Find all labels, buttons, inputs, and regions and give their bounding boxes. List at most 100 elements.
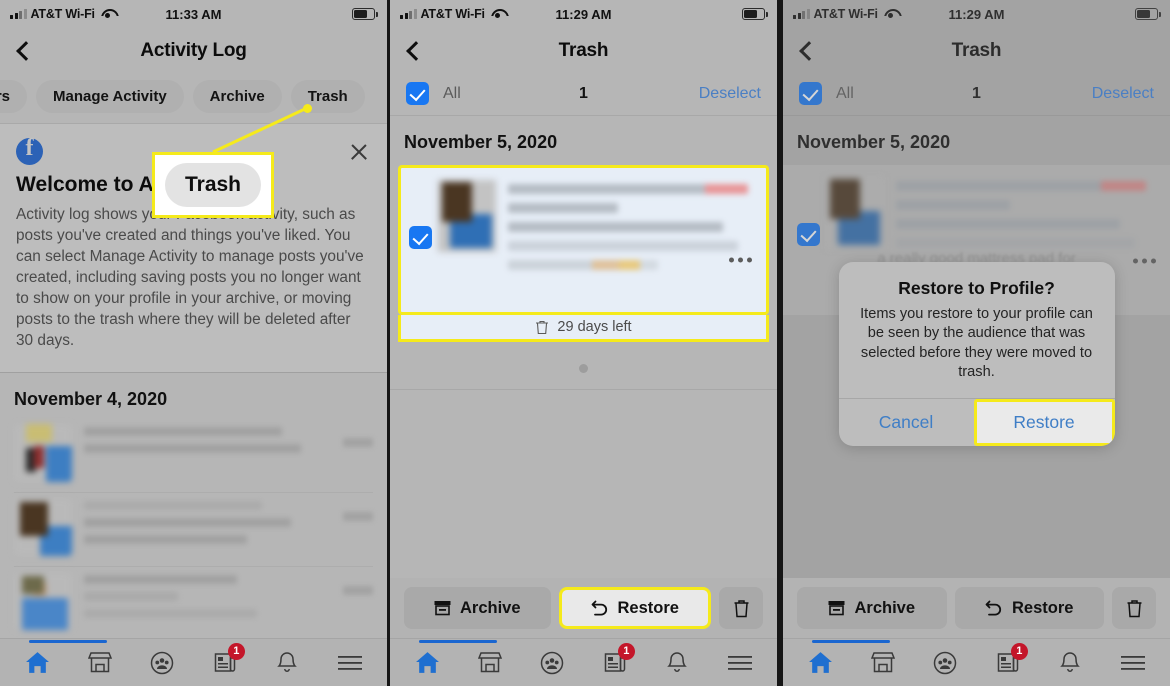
- nav-bar: Trash: [390, 28, 777, 74]
- news-badge: 1: [1010, 642, 1028, 660]
- days-left-row: 29 days left: [398, 315, 769, 342]
- nav-item-home[interactable]: [405, 639, 498, 680]
- trash-icon: [536, 320, 549, 334]
- restore-button-label: Restore: [1012, 598, 1074, 617]
- news-badge: 1: [227, 642, 245, 660]
- avatar: [14, 497, 72, 556]
- bell-icon: [1060, 651, 1081, 672]
- panel-restore-dialog: AT&T Wi-Fi 11:29 AM Trash All 1 Deselect…: [780, 0, 1170, 686]
- callout-label: Trash: [164, 163, 262, 207]
- list-item-text: [84, 424, 331, 482]
- restore-dialog: Restore to Profile? Items you restore to…: [838, 262, 1115, 446]
- status-bar-clock: 11:33 AM: [165, 6, 222, 22]
- nav-item-news[interactable]: 1: [986, 642, 1030, 680]
- home-icon: [808, 652, 832, 673]
- nav-item-home[interactable]: [15, 639, 108, 680]
- restore-button-label: Restore: [617, 598, 679, 617]
- dialog-body: Items you restore to your profile can be…: [860, 306, 1093, 380]
- nav-item-news[interactable]: 1: [203, 642, 247, 680]
- trash-callout: Trash: [152, 152, 274, 218]
- dialog-restore-button[interactable]: Restore: [973, 399, 1115, 446]
- nav-item-groups[interactable]: [530, 646, 574, 680]
- action-bar: Archive Restore: [783, 578, 1170, 638]
- select-all-label: All: [443, 84, 461, 102]
- action-bar: Archive Restore: [390, 578, 777, 638]
- nav-item-marketplace[interactable]: [78, 646, 122, 680]
- deselect-button[interactable]: Deselect: [699, 85, 761, 103]
- trash-item-checkbox[interactable]: [409, 226, 432, 249]
- nav-bar: Activity Log: [0, 28, 387, 74]
- date-header: November 5, 2020: [404, 132, 558, 152]
- battery-icon: [742, 8, 768, 20]
- status-bar-right: [352, 8, 378, 20]
- nav-item-menu[interactable]: [328, 646, 372, 680]
- list-item[interactable]: [0, 491, 387, 566]
- date-header: November 4, 2020: [14, 388, 168, 409]
- dialog-actions: Cancel Restore: [838, 398, 1115, 446]
- close-icon[interactable]: [347, 140, 371, 164]
- welcome-body: Activity log shows your Facebook activit…: [16, 206, 364, 349]
- divider: [390, 389, 777, 390]
- post-thumbnail: [438, 180, 496, 252]
- nav-item-menu[interactable]: [718, 646, 762, 680]
- battery-icon: [352, 8, 378, 20]
- trash-icon: [734, 599, 748, 617]
- status-bar-clock: 11:29 AM: [555, 6, 612, 22]
- chip-filters[interactable]: Filters: [0, 80, 28, 113]
- active-tab-indicator: [812, 639, 891, 643]
- news-badge: 1: [617, 642, 635, 660]
- delete-button[interactable]: [719, 587, 763, 629]
- bottom-nav: 1: [0, 638, 387, 686]
- chip-trash[interactable]: Trash: [290, 80, 365, 113]
- list-item[interactable]: [0, 565, 387, 640]
- nav-item-marketplace[interactable]: [468, 646, 512, 680]
- chip-archive[interactable]: Archive: [192, 80, 282, 113]
- nav-item-groups[interactable]: [140, 646, 184, 680]
- nav-item-marketplace[interactable]: [861, 646, 905, 680]
- nav-item-menu[interactable]: [1111, 646, 1155, 680]
- nav-item-notifications[interactable]: [265, 646, 309, 680]
- list-item-text: [84, 572, 331, 630]
- list-item-text: [84, 498, 331, 556]
- selection-bar: All 1 Deselect: [390, 74, 777, 115]
- status-bar-right: [742, 8, 768, 20]
- select-all-checkbox[interactable]: [406, 82, 429, 105]
- chip-manage-activity[interactable]: Manage Activity: [36, 80, 184, 113]
- trash-item-card[interactable]: [398, 165, 769, 315]
- facebook-logo-icon: [16, 135, 43, 165]
- menu-icon: [727, 655, 752, 670]
- status-bar: AT&T Wi-Fi 11:33 AM: [0, 0, 387, 28]
- panel-activity-log: AT&T Wi-Fi 11:33 AM Activity Log Filters…: [0, 0, 390, 686]
- nav-item-news[interactable]: 1: [593, 642, 637, 680]
- nav-item-home[interactable]: [798, 639, 891, 680]
- archive-button[interactable]: Archive: [797, 587, 947, 629]
- three-panel-screenshot: AT&T Wi-Fi 11:33 AM Activity Log Filters…: [0, 0, 1170, 686]
- dialog-title: Restore to Profile?: [898, 278, 1055, 298]
- nav-item-notifications[interactable]: [655, 646, 699, 680]
- page-title: Activity Log: [140, 40, 247, 61]
- home-icon: [415, 652, 439, 673]
- nav-item-groups[interactable]: [923, 646, 967, 680]
- list-item[interactable]: [0, 418, 387, 492]
- marketplace-icon: [870, 652, 895, 673]
- nav-item-notifications[interactable]: [1048, 646, 1092, 680]
- menu-icon: [1120, 655, 1145, 670]
- avatar: [14, 571, 72, 630]
- page-title: Trash: [558, 40, 609, 61]
- bottom-nav: 1: [783, 638, 1170, 686]
- marketplace-icon: [477, 652, 502, 673]
- more-options-icon[interactable]: [729, 257, 752, 263]
- groups-icon: [541, 651, 564, 674]
- menu-icon: [337, 655, 362, 670]
- filter-chips-row: Filters Manage Activity Archive Trash: [0, 74, 387, 123]
- archive-button-label: Archive: [854, 598, 916, 617]
- dialog-cancel-button[interactable]: Cancel: [839, 399, 974, 446]
- deselect-button[interactable]: Deselect: [1092, 85, 1154, 103]
- restore-button[interactable]: Restore: [954, 587, 1104, 629]
- list-item-timestamp: [343, 437, 373, 447]
- archive-button[interactable]: Archive: [404, 587, 551, 629]
- restore-button[interactable]: Restore: [558, 587, 711, 629]
- groups-icon: [934, 651, 957, 674]
- delete-button[interactable]: [1112, 587, 1156, 629]
- undo-arrow-icon: [985, 600, 1002, 616]
